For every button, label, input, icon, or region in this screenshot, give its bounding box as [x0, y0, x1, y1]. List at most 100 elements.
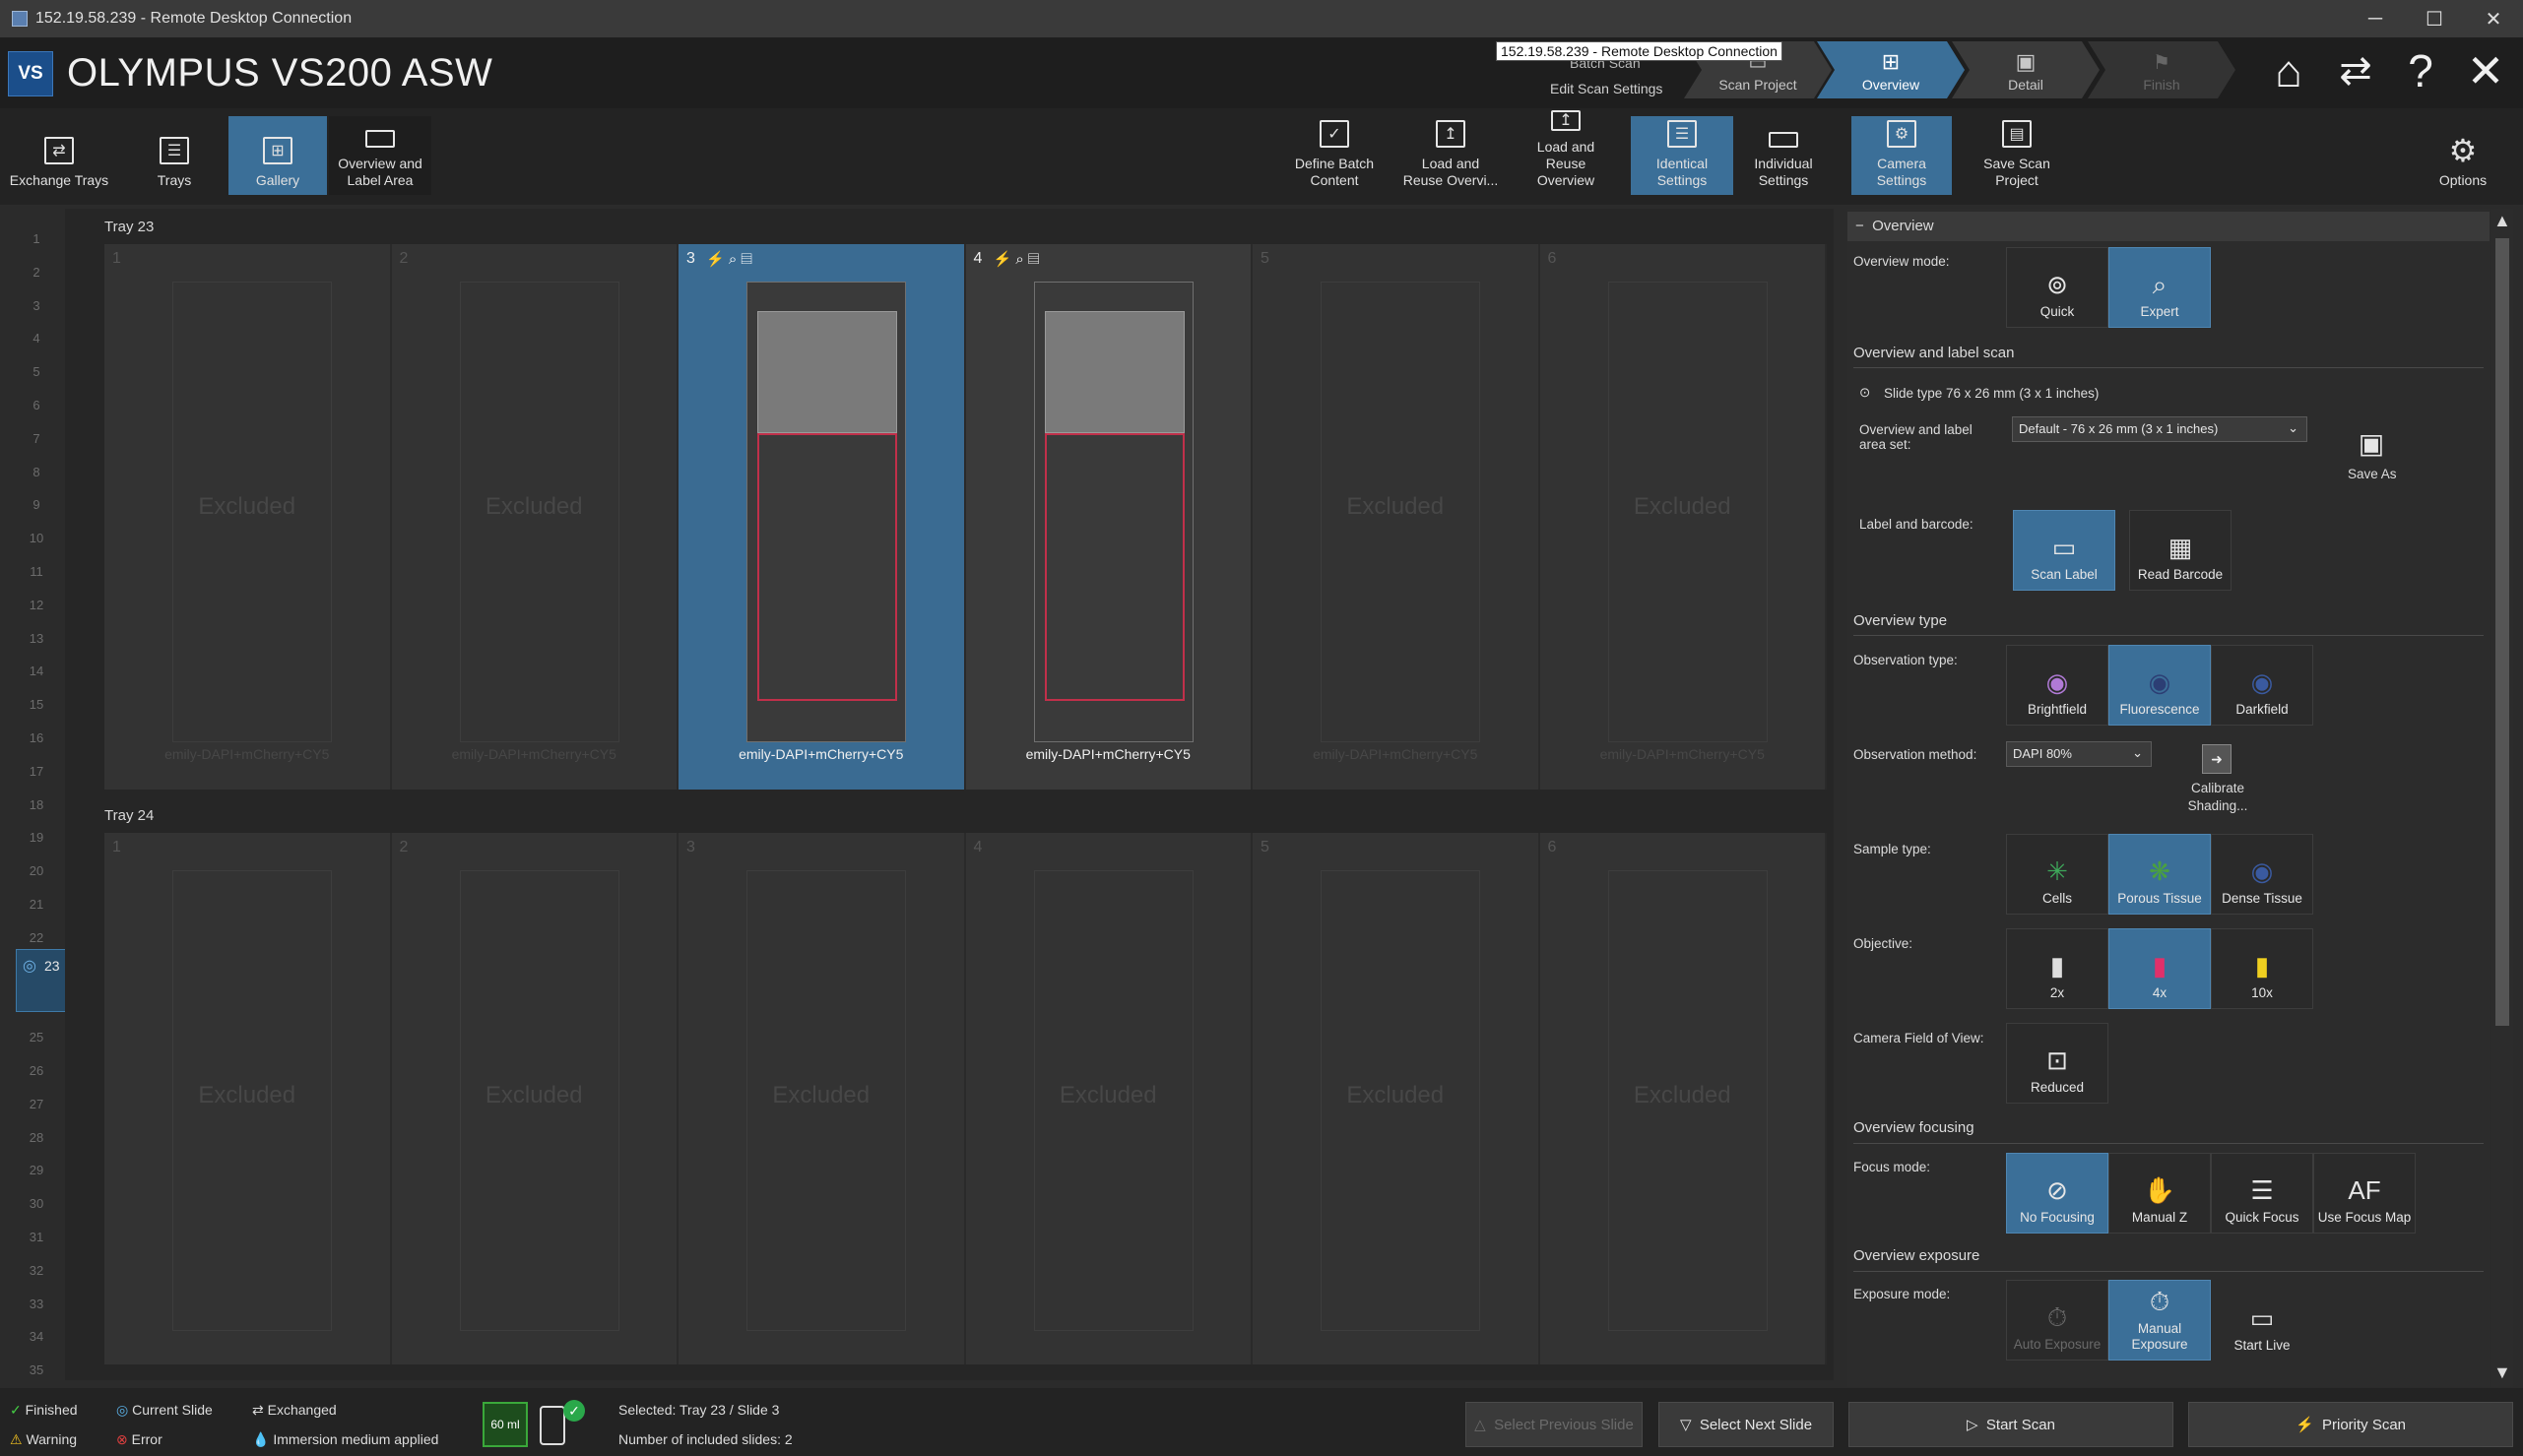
obs-type-fluorescence[interactable]: ◉ Fluorescence — [2108, 645, 2211, 726]
row-number: 6 — [32, 398, 40, 412]
objective-4x[interactable]: ▮ 4x — [2108, 928, 2211, 1009]
trays-button[interactable]: ☰ Trays — [122, 116, 226, 195]
overview-label-area-button[interactable]: Overview and Label Area — [329, 116, 431, 195]
save-icon[interactable]: ▣ — [2352, 427, 2391, 460]
current-slide-legend-icon: ◎ — [116, 1402, 129, 1418]
priority-scan-button[interactable]: ⚡ Priority Scan — [2188, 1402, 2513, 1447]
collapse-icon: − — [1855, 218, 1864, 234]
scan-area — [1044, 433, 1185, 701]
individual-settings-button[interactable]: Individual Settings — [1733, 116, 1834, 195]
row-number: 35 — [29, 1362, 44, 1378]
objective-status-icon — [540, 1406, 565, 1445]
overview-section-header[interactable]: − Overview — [1847, 212, 2490, 241]
load-reuse-overview-button-2[interactable]: ↥ Load and Reuse Overview — [1511, 110, 1621, 195]
slide-slot[interactable]: 5Excludedemily-DAPI+mCherry+CY5 — [1253, 244, 1540, 790]
exchange-icon[interactable]: ⇄ — [2328, 43, 2383, 98]
slide-slot[interactable]: 6Excludedemily-DAPI+mCherry+CY5 — [1539, 833, 1827, 1437]
save-scan-project-button[interactable]: ▤ Save Scan Project — [1966, 116, 2068, 195]
slide-slot[interactable]: 1Excludedemily-DAPI+mCherry+CY5 — [104, 244, 392, 790]
focus-mode-manual-z[interactable]: ✋ Manual Z — [2108, 1153, 2211, 1234]
row-number: 31 — [29, 1230, 44, 1244]
cells-icon: ✳ — [2046, 856, 2068, 886]
slide-slot[interactable]: 5Excludedemily-DAPI+mCherry+CY5 — [1253, 833, 1540, 1437]
app-title: OLYMPUS VS200 ASW — [67, 51, 493, 95]
window-close-icon[interactable]: ✕ — [2464, 0, 2523, 37]
start-scan-button[interactable]: ▷ Start Scan — [1848, 1402, 2173, 1447]
wizard-step-detail[interactable]: ▣ Detail — [1952, 41, 2100, 98]
focus-mode-label: Focus mode: — [1853, 1160, 1931, 1174]
exposure-header: Overview exposure — [1853, 1247, 1980, 1264]
edit-scan-settings-link[interactable]: Edit Scan Settings — [1550, 81, 1662, 96]
overview-mode-quick[interactable]: ⊚ Quick — [2006, 247, 2108, 328]
calibrate-shading-button[interactable]: Calibrate Shading... — [2178, 780, 2257, 815]
help-icon[interactable]: ? — [2393, 43, 2448, 98]
focus-mode-none[interactable]: ⊘ No Focusing — [2006, 1153, 2108, 1234]
slide-slot[interactable]: 3Excludedemily-DAPI+mCherry+CY5 — [679, 833, 966, 1437]
select-next-slide-button[interactable]: ▽ Select Next Slide — [1658, 1402, 1834, 1447]
scan-label-toggle[interactable]: ▭ Scan Label — [2013, 510, 2115, 591]
slide-slot[interactable]: 3 ⚡ ⌕ ▤ emily-DAPI+mCherry+CY5 — [679, 244, 966, 790]
slide-slot[interactable]: 4Excludedemily-DAPI+mCherry+CY5 — [965, 833, 1253, 1437]
obs-type-darkfield[interactable]: ◉ Darkfield — [2211, 645, 2313, 726]
load-reuse-overview-button-1[interactable]: ↥ Load and Reuse Overvi... — [1396, 116, 1505, 195]
start-live-button[interactable]: ▭ Start Live — [2211, 1280, 2313, 1361]
scan-label-icon: ▭ — [2051, 533, 2077, 562]
current-slide-number: 23 — [44, 958, 60, 974]
exposure-auto: ⏱ Auto Exposure — [2006, 1280, 2108, 1361]
gallery-button[interactable]: ⊞ Gallery — [228, 116, 327, 195]
row-number: 13 — [29, 630, 44, 646]
slide-slot[interactable]: 2Excludedemily-DAPI+mCherry+CY5 — [391, 833, 679, 1437]
excluded-label: Excluded — [198, 1082, 296, 1108]
slot-number: 2 — [399, 250, 409, 267]
save-project-icon: ▤ — [2002, 120, 2032, 148]
sample-type-porous[interactable]: ❋ Porous Tissue — [2108, 834, 2211, 915]
identical-settings-button[interactable]: ☰ Identical Settings — [1631, 116, 1733, 195]
manual-exposure-icon: ⏱ — [2149, 1287, 2170, 1316]
sample-type-cells[interactable]: ✳ Cells — [2006, 834, 2108, 915]
fov-reduced-button[interactable]: ⊡ Reduced — [2006, 1023, 2108, 1104]
slide-slot[interactable]: 2Excludedemily-DAPI+mCherry+CY5 — [391, 244, 679, 790]
maximize-icon[interactable]: ☐ — [2405, 0, 2464, 37]
area-set-select[interactable]: Default - 76 x 26 mm (3 x 1 inches) ⌄ — [2012, 416, 2307, 442]
slide-name: emily-DAPI+mCherry+CY5 — [451, 746, 616, 762]
obs-type-brightfield[interactable]: ◉ Brightfield — [2006, 645, 2108, 726]
objective-10x[interactable]: ▮ 10x — [2211, 928, 2313, 1009]
scroll-down-icon[interactable]: ▼ — [2493, 1362, 2511, 1383]
close-icon[interactable]: ✕ — [2458, 43, 2513, 98]
row-number: 1 — [32, 231, 40, 246]
slide-slot[interactable]: 6Excludedemily-DAPI+mCherry+CY5 — [1539, 244, 1827, 790]
slide-position-column: 1234567891011121314151617181920212223242… — [8, 212, 65, 1378]
legend-finished: Finished — [25, 1402, 78, 1418]
save-as-button[interactable]: Save As — [2348, 467, 2397, 481]
define-batch-content-button[interactable]: ✓ Define Batch Content — [1280, 116, 1389, 195]
exchange-trays-button[interactable]: ⇄ Exchange Trays — [6, 116, 112, 195]
slide-name: emily-DAPI+mCherry+CY5 — [164, 746, 330, 762]
row-number: 25 — [29, 1030, 44, 1045]
sample-type-dense[interactable]: ◉ Dense Tissue — [2211, 834, 2313, 915]
slide-slot[interactable]: 4 ⚡ ⌕ ▤ emily-DAPI+mCherry+CY5 — [965, 244, 1253, 790]
exposure-manual[interactable]: ⏱ Manual Exposure — [2108, 1280, 2211, 1361]
focus-mode-quick[interactable]: ☰ Quick Focus — [2211, 1153, 2313, 1234]
scroll-thumb[interactable] — [2495, 238, 2509, 1026]
focus-mode-focus-map[interactable]: AF Use Focus Map — [2313, 1153, 2416, 1234]
overview-mode-expert[interactable]: ⌕ Expert — [2108, 247, 2211, 328]
row-number: 28 — [29, 1129, 44, 1145]
slot-status-icons: ⚡ ⌕ ▤ — [706, 251, 752, 268]
slide-slot[interactable]: 1Excludedemily-DAPI+mCherry+CY5 — [104, 833, 392, 1437]
calibrate-icon[interactable]: ➜ — [2202, 744, 2232, 774]
objective-2x[interactable]: ▮ 2x — [2006, 928, 2108, 1009]
exposure-mode-label: Exposure mode: — [1853, 1287, 1951, 1301]
minimize-icon[interactable]: ─ — [2346, 0, 2405, 37]
panel-scrollbar[interactable]: ▲ ▼ — [2491, 209, 2513, 1387]
wizard-step-overview[interactable]: ⊞ Overview — [1817, 41, 1965, 98]
row-number: 15 — [29, 697, 44, 713]
camera-settings-button[interactable]: ⚙ Camera Settings — [1851, 116, 1952, 195]
collapse-up-icon[interactable]: ⊙ — [1859, 385, 1870, 401]
read-barcode-toggle[interactable]: ▦ Read Barcode — [2129, 510, 2232, 591]
options-button[interactable]: ⚙ Options — [2417, 116, 2509, 195]
scroll-up-icon[interactable]: ▲ — [2493, 211, 2511, 231]
home-icon[interactable]: ⌂ — [2261, 43, 2316, 98]
obs-method-select[interactable]: DAPI 80% ⌄ — [2006, 741, 2152, 767]
exchanged-icon: ⇄ — [252, 1402, 264, 1418]
check-icon: ✓ — [563, 1400, 585, 1422]
